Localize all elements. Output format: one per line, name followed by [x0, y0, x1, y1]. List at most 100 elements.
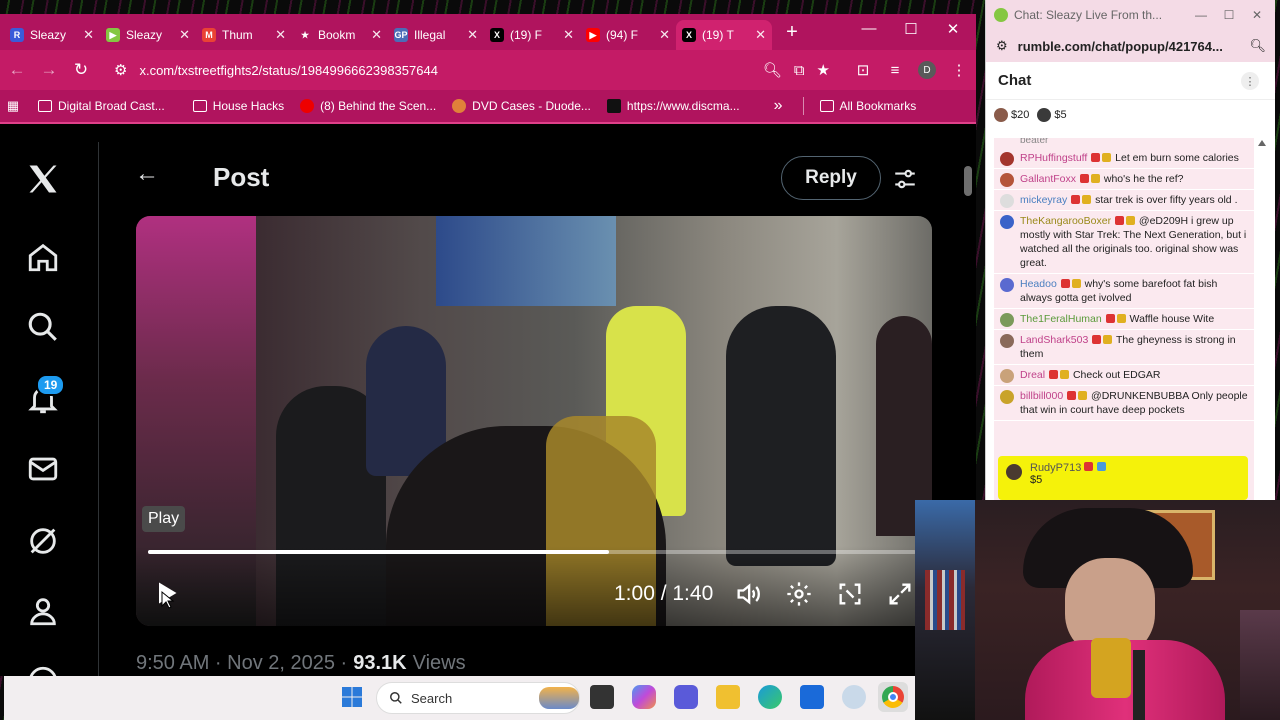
chat-username[interactable]: mickeyray	[1020, 194, 1067, 206]
file-explorer-icon[interactable]	[716, 685, 740, 709]
site-info-icon[interactable]: ⚙	[114, 61, 127, 79]
minimize-button[interactable]: —	[1190, 8, 1212, 22]
avatar[interactable]	[1000, 334, 1014, 348]
tab-close-icon[interactable]: ✕	[83, 27, 94, 43]
avatar[interactable]	[1000, 194, 1014, 208]
tab-close-icon[interactable]: ✕	[179, 27, 190, 43]
menu-icon[interactable]: ⋮	[950, 61, 968, 79]
back-arrow-icon[interactable]: ←	[135, 160, 159, 188]
minimize-button[interactable]: —	[854, 20, 884, 37]
x-logo-icon[interactable]	[24, 160, 62, 198]
page-scrollbar[interactable]	[964, 166, 972, 196]
media-controls-icon[interactable]: ≡	[886, 62, 904, 79]
browser-tab[interactable]: ▶ (94) F ✕	[580, 20, 676, 50]
store-icon[interactable]	[800, 685, 824, 709]
play-button[interactable]	[152, 578, 180, 613]
post-timestamp[interactable]: 9:50 AM · Nov 2, 2025 ·	[136, 652, 347, 675]
tab-close-icon[interactable]: ✕	[755, 27, 766, 43]
chat-username[interactable]: billbill000	[1020, 390, 1063, 402]
tab-close-icon[interactable]: ✕	[371, 27, 382, 43]
url-text[interactable]: x.com/txstreetfights2/status/19849966623…	[139, 63, 750, 78]
video-settings-icon[interactable]	[785, 580, 813, 613]
maximize-button[interactable]: ☐	[896, 20, 926, 38]
reload-icon[interactable]: ↻	[72, 60, 90, 80]
profile-icon[interactable]	[24, 592, 62, 630]
settings-sliders-icon[interactable]	[891, 166, 919, 197]
tip-badge[interactable]: $5	[1037, 108, 1067, 122]
browser-tab[interactable]: X (19) F ✕	[484, 20, 580, 50]
picture-in-picture-icon[interactable]	[836, 580, 864, 613]
avatar[interactable]	[1000, 173, 1014, 187]
avatar[interactable]	[1000, 390, 1014, 404]
bookmark-item[interactable]: DVD Cases - Duode...	[452, 99, 591, 113]
bookmark-item[interactable]: House Hacks	[192, 99, 284, 113]
video-progress-bar[interactable]	[148, 550, 916, 554]
site-info-icon[interactable]: ⚙	[996, 38, 1008, 54]
teams-icon[interactable]	[674, 685, 698, 709]
home-icon[interactable]	[24, 238, 62, 276]
chat-username[interactable]: LandShark503	[1020, 334, 1088, 346]
chat-scrollbar[interactable]	[1258, 140, 1266, 500]
video-player[interactable]	[136, 216, 932, 626]
profile-avatar[interactable]: D	[918, 61, 936, 79]
start-icon[interactable]	[340, 685, 364, 709]
chat-username[interactable]: RPHuffingstuff	[1020, 152, 1087, 164]
tab-close-icon[interactable]: ✕	[467, 27, 478, 43]
back-icon[interactable]: ←	[8, 60, 26, 80]
tab-close-icon[interactable]: ✕	[275, 27, 286, 43]
bookmark-item[interactable]: (8) Behind the Scen...	[300, 99, 436, 113]
browser-tab[interactable]: ▶ Sleazy ✕	[100, 20, 196, 50]
browser-tab[interactable]: ★ Bookm ✕	[292, 20, 388, 50]
zoom-icon[interactable]: 🔍︎	[1249, 38, 1266, 54]
close-window-button[interactable]: ✕	[938, 20, 968, 38]
chat-username[interactable]: GallantFoxx	[1020, 173, 1076, 185]
reply-button[interactable]: Reply	[781, 156, 881, 200]
tab-close-icon[interactable]: ✕	[659, 27, 670, 43]
volume-icon[interactable]	[734, 580, 762, 613]
search-icon[interactable]	[24, 308, 62, 346]
all-bookmarks-button[interactable]: All Bookmarks	[819, 99, 916, 113]
apps-grid-icon[interactable]: ▦	[4, 98, 22, 114]
lens-icon[interactable]: ⊡	[854, 61, 872, 79]
bookmark-item[interactable]: Digital Broad Cast...	[38, 99, 165, 113]
chat-username[interactable]: The1FeralHuman	[1020, 313, 1102, 325]
chat-username[interactable]: Headoo	[1020, 278, 1057, 290]
install-app-icon[interactable]: ⧉	[794, 62, 805, 79]
new-tab-button[interactable]: +	[780, 21, 804, 44]
browser-tab[interactable]: M Thum ✕	[196, 20, 292, 50]
address-bar[interactable]: ⚙ x.com/txstreetfights2/status/198499666…	[104, 55, 840, 85]
fullscreen-icon[interactable]	[886, 580, 914, 613]
chat-username[interactable]: TheKangarooBoxer	[1020, 215, 1111, 227]
bookmark-item[interactable]: https://www.discma...	[606, 99, 740, 113]
browser-tab[interactable]: R Sleazy ✕	[4, 20, 100, 50]
close-window-button[interactable]: ✕	[1246, 8, 1268, 22]
avatar[interactable]	[1000, 152, 1014, 166]
more-icon[interactable]	[24, 662, 62, 676]
chat-username[interactable]: Dreal	[1020, 369, 1045, 381]
task-view-icon[interactable]	[590, 685, 614, 709]
forward-icon[interactable]: →	[40, 60, 58, 80]
rant-user[interactable]: RudyP713	[1030, 462, 1081, 474]
messages-icon[interactable]	[24, 450, 62, 488]
bookmark-star-icon[interactable]: ★	[817, 61, 830, 79]
edge-icon[interactable]	[758, 685, 782, 709]
avatar[interactable]	[1000, 278, 1014, 292]
taskbar-search[interactable]: Search	[376, 682, 580, 714]
browser-tab[interactable]: GP Illegal ✕	[388, 20, 484, 50]
avatar[interactable]	[1000, 369, 1014, 383]
app-icon[interactable]	[842, 685, 866, 709]
scroll-up-icon[interactable]	[1258, 140, 1266, 146]
chat-url[interactable]: rumble.com/chat/popup/421764...	[1018, 39, 1240, 54]
zoom-icon[interactable]: 🔍︎	[763, 61, 782, 79]
maximize-button[interactable]: ☐	[1218, 8, 1240, 22]
copilot-icon[interactable]	[632, 685, 656, 709]
browser-tab[interactable]: X (19) T ✕	[676, 20, 772, 50]
avatar[interactable]	[1000, 313, 1014, 327]
tab-close-icon[interactable]: ✕	[563, 27, 574, 43]
weather-widget-icon[interactable]	[539, 687, 579, 709]
chat-menu-icon[interactable]: ⋮	[1241, 72, 1259, 90]
more-bookmarks-icon[interactable]: »	[774, 97, 783, 115]
tip-badge[interactable]: $20	[994, 108, 1029, 122]
grok-icon[interactable]	[24, 522, 62, 560]
chrome-icon[interactable]	[878, 682, 908, 712]
